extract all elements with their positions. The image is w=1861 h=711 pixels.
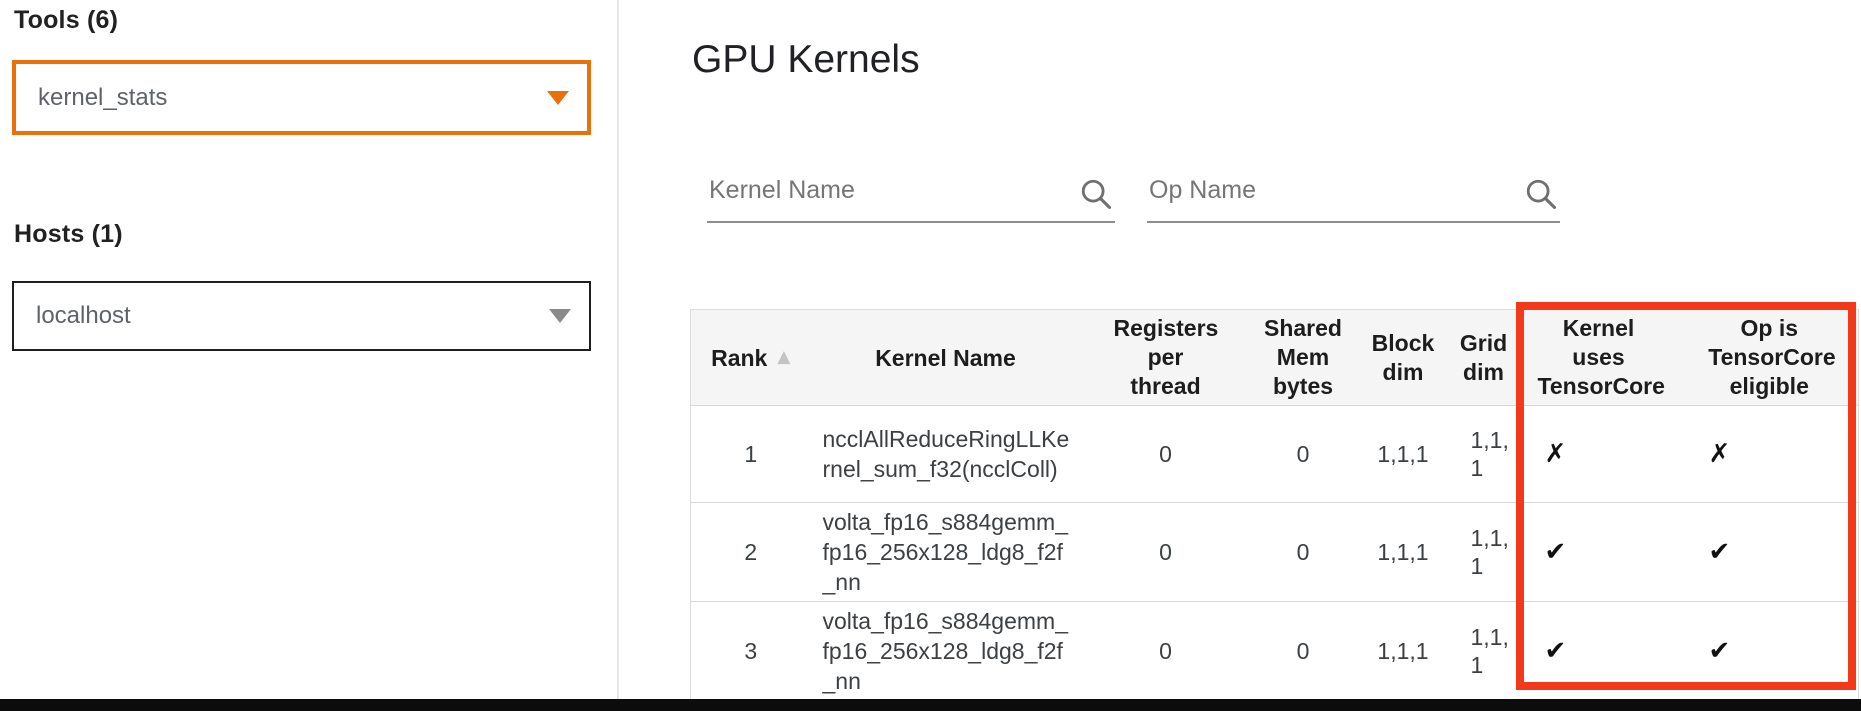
page-title: GPU Kernels bbox=[692, 38, 920, 82]
table-row: 2 volta_fp16_s884gemm_fp16_256x128_ldg8_… bbox=[691, 503, 1859, 602]
op-name-input[interactable] bbox=[1147, 176, 1520, 221]
kernel-uses-tensorcore-cell: ✗ bbox=[1517, 406, 1681, 503]
kernel-name-cell: volta_fp16_s884gemm_fp16_256x128_ldg8_f2… bbox=[811, 602, 1081, 701]
shared-mem-cell: 0 bbox=[1251, 602, 1356, 701]
kernel-name-input[interactable] bbox=[707, 176, 1075, 221]
search-icon bbox=[1079, 177, 1113, 211]
search-icon bbox=[1524, 177, 1558, 211]
rank-header-label: Rank bbox=[711, 344, 767, 373]
shared-mem-cell: 0 bbox=[1251, 406, 1356, 503]
hosts-select[interactable]: localhost bbox=[12, 281, 591, 351]
rank-cell: 3 bbox=[691, 602, 811, 701]
registers-cell: 0 bbox=[1081, 406, 1251, 503]
tools-select-value: kernel_stats bbox=[38, 84, 167, 112]
column-header-rank[interactable]: Rank ▲ bbox=[691, 310, 811, 406]
kernel-uses-tensorcore-cell: ✔ bbox=[1517, 503, 1681, 602]
gpu-kernels-table: Rank ▲ Kernel Name Registers per thread S… bbox=[690, 309, 1859, 701]
registers-cell: 0 bbox=[1081, 503, 1251, 602]
table-row: 3 volta_fp16_s884gemm_fp16_256x128_ldg8_… bbox=[691, 602, 1859, 701]
rank-cell: 2 bbox=[691, 503, 811, 602]
op-tensorcore-eligible-cell: ✔ bbox=[1681, 602, 1859, 701]
op-name-filter bbox=[1147, 142, 1560, 223]
table-header-row: Rank ▲ Kernel Name Registers per thread S… bbox=[691, 310, 1859, 406]
kernel-name-filter bbox=[707, 142, 1115, 223]
rank-cell: 1 bbox=[691, 406, 811, 503]
sidebar-divider bbox=[617, 0, 619, 699]
registers-cell: 0 bbox=[1081, 602, 1251, 701]
op-tensorcore-eligible-cell: ✗ bbox=[1681, 406, 1859, 503]
grid-dim-cell: 1,1,1 bbox=[1451, 406, 1517, 503]
table-row: 1 ncclAllReduceRingLLKernel_sum_f32(nccl… bbox=[691, 406, 1859, 503]
column-header-registers-per-thread[interactable]: Registers per thread bbox=[1081, 310, 1251, 406]
block-dim-cell: 1,1,1 bbox=[1356, 406, 1451, 503]
kernel-name-cell: volta_fp16_s884gemm_fp16_256x128_ldg8_f2… bbox=[811, 503, 1081, 602]
column-header-shared-mem-bytes[interactable]: Shared Mem bytes bbox=[1251, 310, 1356, 406]
chevron-down-icon bbox=[549, 309, 571, 323]
sort-ascending-icon: ▲ bbox=[777, 347, 790, 367]
column-header-kernel-uses-tensorcore[interactable]: Kernel uses TensorCore bbox=[1517, 310, 1681, 406]
chevron-down-icon bbox=[547, 91, 569, 105]
kernel-name-cell: ncclAllReduceRingLLKernel_sum_f32(ncclCo… bbox=[811, 406, 1081, 503]
grid-dim-cell: 1,1,1 bbox=[1451, 503, 1517, 602]
block-dim-cell: 1,1,1 bbox=[1356, 602, 1451, 701]
column-header-grid-dim[interactable]: Grid dim bbox=[1451, 310, 1517, 406]
grid-dim-cell: 1,1,1 bbox=[1451, 602, 1517, 701]
bottom-bar bbox=[0, 699, 1861, 711]
column-header-kernel-name[interactable]: Kernel Name bbox=[811, 310, 1081, 406]
tools-label: Tools (6) bbox=[14, 6, 118, 35]
hosts-label: Hosts (1) bbox=[14, 220, 123, 249]
kernel-uses-tensorcore-cell: ✔ bbox=[1517, 602, 1681, 701]
tools-select[interactable]: kernel_stats bbox=[12, 60, 591, 135]
column-header-block-dim[interactable]: Block dim bbox=[1356, 310, 1451, 406]
column-header-op-is-tensorcore-eligible[interactable]: Op is TensorCore eligible bbox=[1681, 310, 1859, 406]
block-dim-cell: 1,1,1 bbox=[1356, 503, 1451, 602]
hosts-select-value: localhost bbox=[36, 302, 131, 330]
op-tensorcore-eligible-cell: ✔ bbox=[1681, 503, 1859, 602]
shared-mem-cell: 0 bbox=[1251, 503, 1356, 602]
